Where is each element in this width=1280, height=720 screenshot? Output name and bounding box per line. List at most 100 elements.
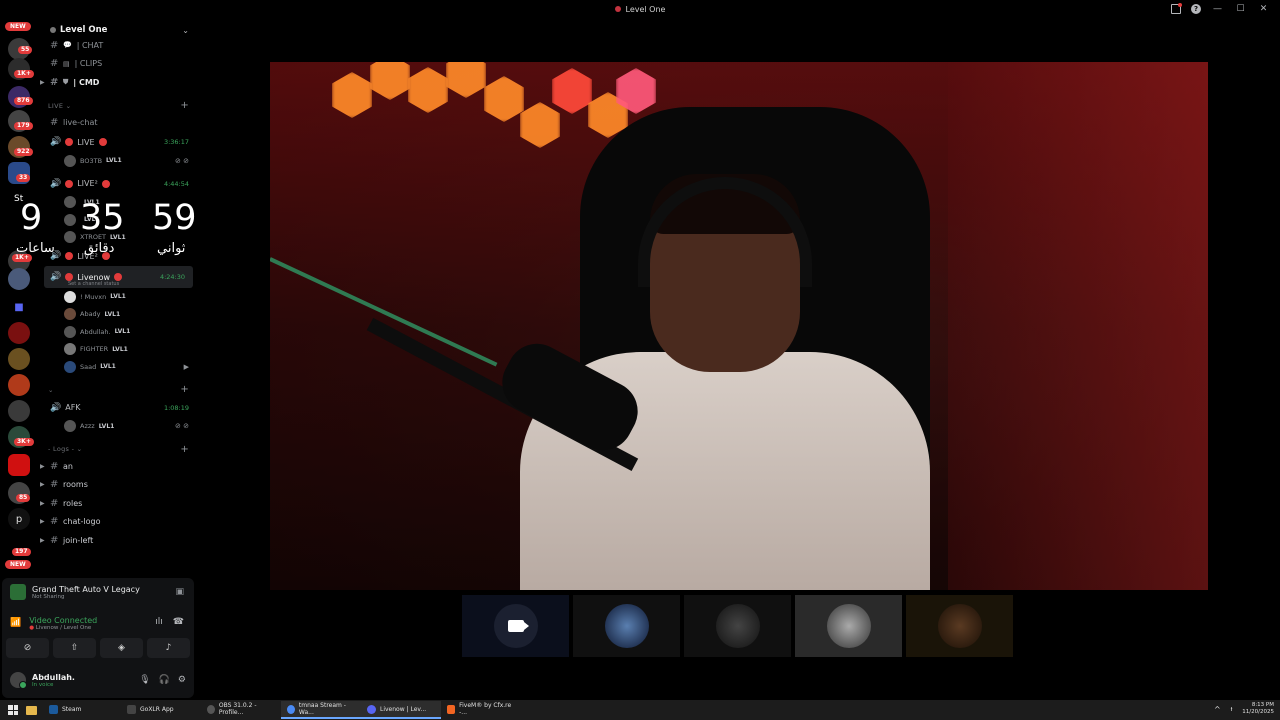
category-logs[interactable]: - Logs - ⌄ + (40, 441, 197, 457)
server-icon (50, 27, 56, 33)
channel-roles[interactable]: ▶ # roles (40, 494, 197, 513)
add-channel-icon[interactable]: + (180, 444, 189, 455)
hash-icon: # (50, 58, 59, 70)
server-icon-10[interactable] (8, 348, 30, 370)
user-panel: Grand Theft Auto V Legacy Not Sharing ▣ … (2, 578, 194, 698)
share-screen-button[interactable]: ⇧ (53, 638, 96, 658)
voice-member[interactable]: Azzz LVL1 ⊘ ⊘ (40, 418, 197, 436)
maximize-button[interactable]: ☐ (1234, 3, 1247, 15)
participant-tile[interactable] (795, 595, 902, 657)
inbox-icon[interactable] (1171, 3, 1182, 14)
server-icon-8[interactable] (8, 268, 30, 290)
noise-suppression-icon[interactable]: ılı (155, 617, 163, 627)
voice-connection-status[interactable]: Video Connected (29, 616, 97, 625)
voice-member[interactable]: FIGHTER LVL1 (40, 341, 197, 359)
channel-an[interactable]: ▶ # an (40, 457, 197, 476)
channel-status[interactable]: Set a channel status (68, 281, 119, 287)
file-explorer-icon[interactable] (26, 705, 37, 715)
channel-chat-logo[interactable]: ▶ # chat-logo (40, 513, 197, 532)
participant-tile[interactable] (906, 595, 1013, 657)
screen-share-icon[interactable]: ▣ (175, 587, 184, 597)
voice-member[interactable]: LVL1 (40, 211, 197, 229)
headphones-icon[interactable]: 🎧 (159, 675, 170, 685)
stream-video[interactable] (270, 62, 1208, 590)
server-icon-11[interactable] (8, 374, 30, 396)
avatar (826, 604, 871, 648)
voice-channel-live3[interactable]: 🔊 LIVE² (40, 246, 197, 266)
folder-icon[interactable]: ■ (8, 296, 30, 318)
activity-sharing: Not Sharing (32, 593, 65, 600)
member-name: FIGHTER (80, 345, 109, 354)
taskbar-app-steam[interactable]: Steam (43, 701, 121, 719)
minimize-button[interactable]: — (1211, 3, 1224, 15)
channel-chat[interactable]: # 💬 | CHAT (40, 36, 197, 55)
voice-member[interactable]: LVL1 (40, 194, 197, 212)
taskbar-app-discord[interactable]: Livenow | Lev... (361, 701, 441, 719)
taskbar-app-chrome[interactable]: tmnaa Stream - Wa... (281, 701, 361, 719)
avatar (64, 213, 76, 226)
level-tag: LVL1 (84, 198, 100, 206)
level-tag: LVL1 (98, 422, 115, 430)
microphone-icon[interactable]: 🎙 (139, 675, 150, 685)
voice-member[interactable]: BO3TB LVL1 ⊘ ⊘ (40, 152, 197, 170)
chevron-down-icon[interactable]: ⌄ (182, 26, 189, 35)
gear-icon[interactable]: ⚙ (178, 675, 186, 685)
voice-member[interactable]: ! Muvxn LVL1 (40, 288, 197, 306)
soundboard-button[interactable]: ♪ (147, 638, 190, 658)
voice-channel-afk[interactable]: 🔊 AFK 1:08:19 (40, 398, 197, 418)
mention-badge: 85 (16, 494, 31, 502)
category-afk[interactable]: ⌄ + (40, 382, 197, 398)
mention-badge: 179 (14, 122, 33, 130)
chevron-right-icon: ▶ (40, 499, 45, 507)
clock-time: 8:13 PM (1251, 702, 1274, 708)
live-icon (98, 138, 107, 146)
channel-rooms[interactable]: ▶ # rooms (40, 476, 197, 495)
voice-channel-livenow[interactable]: 🔊 Livenow 4:24:30 Set a channel status (44, 266, 193, 288)
activities-button[interactable]: ◈ (100, 638, 143, 658)
add-channel-icon[interactable]: + (180, 384, 189, 395)
taskbar-app-goxlr[interactable]: GoXLR App (121, 701, 201, 719)
user-area[interactable]: Abdullah. In voice 🎙 🎧 ⚙ (2, 666, 194, 694)
chevron-right-icon: ▶ (40, 536, 45, 544)
avatar (64, 420, 76, 433)
close-button[interactable]: ✕ (1257, 3, 1270, 15)
chevron-right-icon: ▶ (40, 78, 45, 86)
avatar (10, 672, 27, 689)
deafened-icon: ⊘ ⊘ (175, 156, 189, 165)
signal-icon: 📶 (10, 618, 22, 628)
taskbar-app-label: FiveM® by Cfx.re -... (459, 702, 512, 716)
channel-cmd[interactable]: ▶ # ⛊ | CMD (40, 73, 197, 92)
live-icon (65, 273, 74, 281)
participant-tile[interactable] (684, 595, 791, 657)
windows-start-icon[interactable] (8, 705, 18, 715)
participant-tile[interactable] (462, 595, 569, 657)
channel-clips[interactable]: # ▤ | CLIPS (40, 55, 197, 74)
chevron-up-icon[interactable]: ^ (1214, 705, 1221, 714)
server-icon-9[interactable] (8, 322, 30, 344)
voice-member[interactable]: XTROET LVL1 (40, 229, 197, 247)
channel-live-chat[interactable]: # live-chat (40, 114, 197, 133)
taskbar-app-fivem[interactable]: FiveM® by Cfx.re -... (441, 701, 521, 719)
add-channel-icon[interactable]: + (180, 100, 189, 111)
taskbar-app-obs[interactable]: OBS 31.0.2 - Profile... (201, 701, 281, 719)
voice-channel-label: LIVE² (77, 251, 98, 261)
voice-member[interactable]: Abdullah. LVL1 (40, 323, 197, 341)
channel-join-left[interactable]: ▶ # join-left (40, 531, 197, 550)
server-icon-letter[interactable]: p (8, 508, 30, 530)
voice-member[interactable]: Abady LVL1 (40, 306, 197, 324)
category-live[interactable]: LIVE ⌄ + (40, 98, 197, 114)
participant-tile[interactable] (573, 595, 680, 657)
voice-channel-live2[interactable]: 🔊 LIVE² 4:44:54 (40, 174, 197, 194)
clock[interactable]: 8:13 PM 11/20/2025 (1242, 702, 1274, 716)
network-icon[interactable]: ᵼ (1231, 705, 1233, 713)
voice-channel-live[interactable]: 🔊 LIVE 3:36:17 (40, 132, 197, 152)
camera-off-button[interactable]: ⊘ (6, 638, 49, 658)
server-icon-14[interactable] (8, 454, 30, 476)
disconnect-icon[interactable]: ☎ (173, 617, 184, 627)
voice-member[interactable]: Saad LVL1 ▶ (40, 358, 197, 376)
activity-card[interactable]: Grand Theft Auto V Legacy Not Sharing ▣ (2, 578, 194, 606)
help-icon[interactable]: ? (1191, 4, 1201, 14)
taskbar-app-label: Steam (62, 705, 82, 713)
server-icon-12[interactable] (8, 400, 30, 422)
channel-label: | CLIPS (74, 59, 103, 69)
